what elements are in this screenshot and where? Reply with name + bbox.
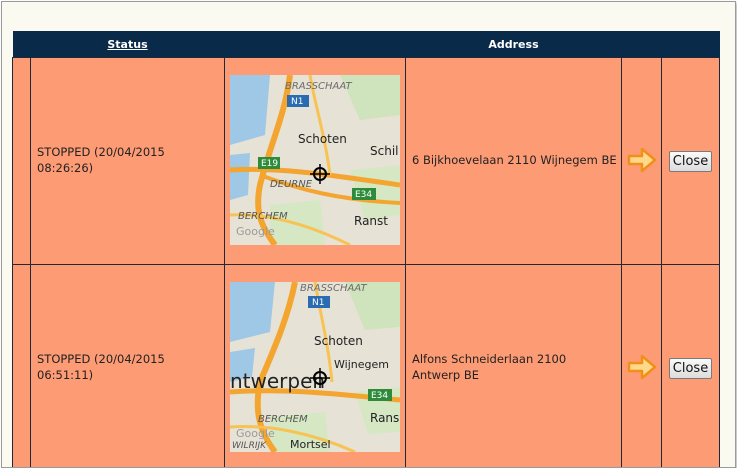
map-label: WILRIJK: [232, 441, 267, 451]
close-cell: Close: [661, 264, 720, 467]
map-label: N1: [291, 97, 303, 107]
map-label: E19: [261, 159, 278, 169]
map-label: Mortsel: [290, 438, 331, 451]
vehicle-status-panel: Status Address STOPPED (20/04/2015 08:26…: [1, 1, 736, 468]
map-label: E34: [371, 391, 388, 401]
status-cell: STOPPED (20/04/2015 08:26:26): [30, 57, 225, 265]
map-thumbnail[interactable]: BRASSCHAAT N1 Schoten Schil E19 DEURNE E…: [230, 74, 400, 245]
status-header-label[interactable]: Status: [107, 38, 147, 51]
map-label: Wijnegem: [334, 358, 389, 371]
map-label: E34: [355, 190, 372, 200]
close-column-header: [661, 31, 720, 58]
map-label: DEURNE: [270, 179, 313, 190]
status-cell: STOPPED (20/04/2015 06:51:11): [30, 264, 225, 467]
arrow-cell: [621, 57, 662, 265]
table-row: STOPPED (20/04/2015 08:26:26) BRASSCHAAT…: [12, 57, 720, 265]
map-cell: BRASSCHAAT N1 Schoten Wijnegem ntwerpen …: [224, 264, 406, 467]
table-row: STOPPED (20/04/2015 06:51:11) BRASSCHAAT…: [12, 264, 720, 467]
map-column-header: [224, 31, 406, 58]
map-label: ntwerpen: [230, 369, 325, 393]
map-label: BRASSCHAAT: [285, 81, 352, 92]
address-column-header: Address: [405, 31, 622, 58]
map-label: Rans: [370, 411, 399, 425]
close-cell: Close: [661, 57, 720, 265]
status-table: Status Address STOPPED (20/04/2015 08:26…: [12, 31, 720, 467]
map-image: BRASSCHAAT N1 Schoten Schil E19 DEURNE E…: [230, 74, 400, 245]
google-logo: Google: [236, 225, 275, 238]
close-button[interactable]: Close: [668, 150, 713, 172]
map-label: Schoten: [314, 334, 363, 348]
table-header-row: Status Address: [12, 31, 720, 58]
status-text: STOPPED (20/04/2015 06:51:11): [37, 352, 165, 382]
address-text: Alfons Schneiderlaan 2100 Antwerp BE: [412, 352, 567, 382]
map-cell: BRASSCHAAT N1 Schoten Schil E19 DEURNE E…: [224, 57, 406, 265]
status-column-header[interactable]: Status: [30, 31, 225, 58]
arrow-cell: [621, 264, 662, 467]
google-logo: Google: [236, 427, 275, 440]
arrow-right-icon[interactable]: [627, 147, 657, 173]
address-cell: 6 Bijkhoevelaan 2110 Wijnegem BE: [405, 57, 622, 265]
map-label: BRASSCHAAT: [300, 283, 367, 294]
map-image: BRASSCHAAT N1 Schoten Wijnegem ntwerpen …: [230, 281, 400, 452]
arrow-right-icon[interactable]: [627, 354, 657, 380]
row-marker-cell: [12, 57, 31, 265]
map-label: Ranst: [354, 214, 388, 228]
address-cell: Alfons Schneiderlaan 2100 Antwerp BE: [405, 264, 622, 467]
map-label: BERCHEM: [238, 211, 288, 222]
status-text: STOPPED (20/04/2015 08:26:26): [37, 145, 165, 175]
map-label: BERCHEM: [258, 414, 308, 425]
close-button[interactable]: Close: [668, 357, 713, 379]
action-column-header: [621, 31, 662, 58]
map-label: Schil: [370, 144, 399, 158]
header-spacer: [12, 31, 31, 58]
map-thumbnail[interactable]: BRASSCHAAT N1 Schoten Wijnegem ntwerpen …: [230, 281, 400, 452]
map-label: Schoten: [298, 132, 347, 146]
map-label: N1: [312, 298, 324, 308]
address-text: 6 Bijkhoevelaan 2110 Wijnegem BE: [412, 153, 617, 168]
row-marker-cell: [12, 264, 31, 467]
